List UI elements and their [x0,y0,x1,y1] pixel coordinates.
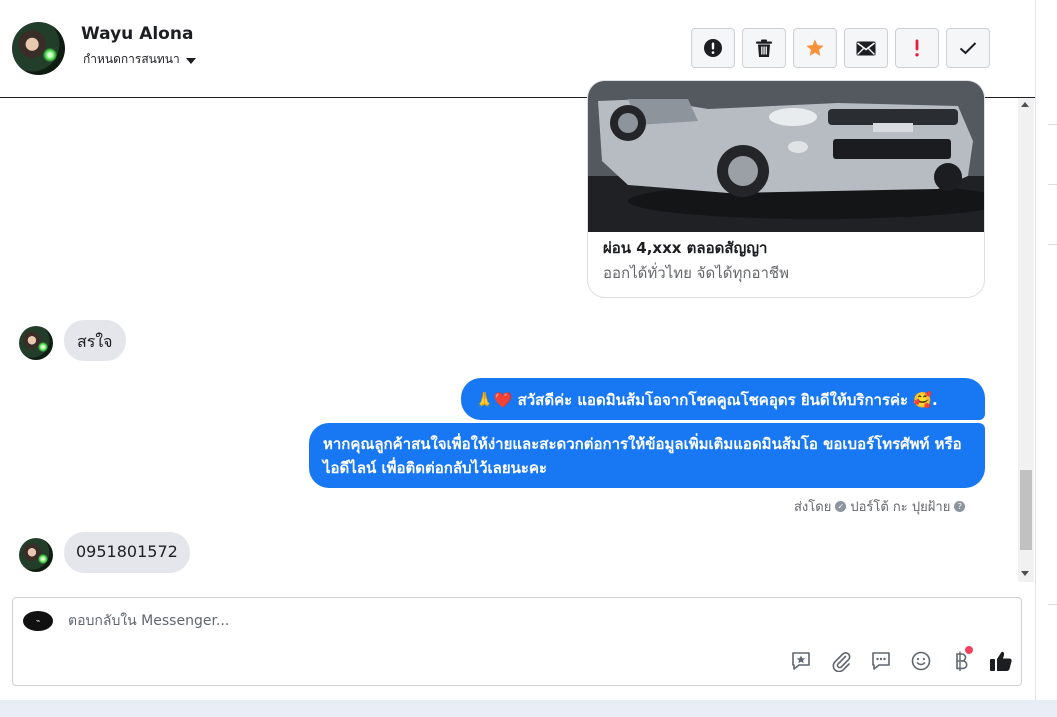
notification-dot [965,646,973,654]
assign-label: กำหนดการสนทนา [83,52,180,66]
message-text: สวัสดีค่ะ แอดมินส้มโอจากโชคคูณโชคอุดร ยิ… [517,391,909,409]
contact-name[interactable]: Wayu Alona [81,24,193,44]
page-icon: ✓ [835,501,847,512]
divider [1048,604,1057,605]
trash-icon [756,39,772,57]
outgoing-message[interactable]: หากคุณลูกค้าสนใจเพื่อให้ง่ายและสะดวกต่อก… [309,423,985,488]
thumbs-up-icon [989,651,1012,671]
sent-by-info: ส่งโดย ✓ ปอร์โต้ กะ ปุยฝ้าย ? [794,496,966,517]
sender-name[interactable]: ปอร์โต้ กะ ปุยฝ้าย [850,496,950,517]
contact-avatar[interactable] [19,538,53,572]
mark-unread-button[interactable] [844,28,888,68]
send-like-button[interactable] [987,648,1014,674]
saved-reply-icon [791,652,810,670]
scroll-down-arrow-icon[interactable] [1021,571,1029,576]
car-product-image[interactable] [588,81,984,232]
incoming-message[interactable]: 0951801572 [64,532,190,573]
delete-button[interactable] [742,28,786,68]
right-sidebar-edge [1035,0,1057,700]
quick-reply-button[interactable] [867,648,894,674]
chat-bubble-icon [871,652,890,670]
mark-done-button[interactable] [946,28,990,68]
envelope-icon [856,41,876,55]
mark-important-button[interactable] [691,28,735,68]
star-icon [806,39,824,56]
contact-avatar[interactable] [19,326,53,360]
composer-tools [787,646,1014,674]
conversation-actions [691,28,990,68]
divider [1048,244,1057,245]
contact-avatar[interactable] [12,22,65,75]
outgoing-message[interactable]: 🙏❤️ สวัสดีค่ะ แอดมินส้มโอจากโชคคูณโชคอุด… [461,378,985,420]
spam-exclamation-icon [915,39,919,57]
conversation-panel: Wayu Alona กำหนดการสนทนา ผ่อน 4,xxx ตลอด… [0,0,1035,700]
chevron-down-icon [185,57,196,64]
card-subtitle: ออกได้ทั่วไทย จัดได้ทุกอาชีพ [603,264,789,282]
attachment-icon [832,652,850,672]
scroll-up-arrow-icon[interactable] [1021,102,1029,107]
pray-heart-emoji: 🙏❤️ [475,391,513,409]
card-title: ผ่อน 4,xxx ตลอดสัญญา [603,239,768,257]
reply-composer: ⌁ [12,597,1022,686]
smiling-hearts-emoji: 🥰. [913,391,938,409]
payment-button[interactable] [947,646,974,674]
checkmark-icon [959,42,977,55]
divider [1048,124,1057,125]
alert-circle-icon [704,39,722,57]
product-card-message[interactable]: ผ่อน 4,xxx ตลอดสัญญา ออกได้ทั่วไทย จัดได… [587,80,985,298]
page-logo: ⌁ [23,611,53,631]
attach-file-button[interactable] [827,648,854,674]
emoji-button[interactable] [907,648,934,674]
scrollbar-thumb[interactable] [1020,470,1032,550]
follow-up-star-button[interactable] [793,28,837,68]
car-photo [588,81,984,232]
assign-conversation-dropdown[interactable]: กำหนดการสนทนา [83,50,196,69]
help-icon[interactable]: ? [954,501,966,512]
saved-replies-button[interactable] [787,648,814,674]
move-to-spam-button[interactable] [895,28,939,68]
incoming-message[interactable]: สรใจ [64,320,126,361]
emoji-icon [911,651,930,671]
sent-by-label: ส่งโดย [794,500,832,515]
reply-input[interactable] [66,612,770,630]
divider [1048,184,1057,185]
